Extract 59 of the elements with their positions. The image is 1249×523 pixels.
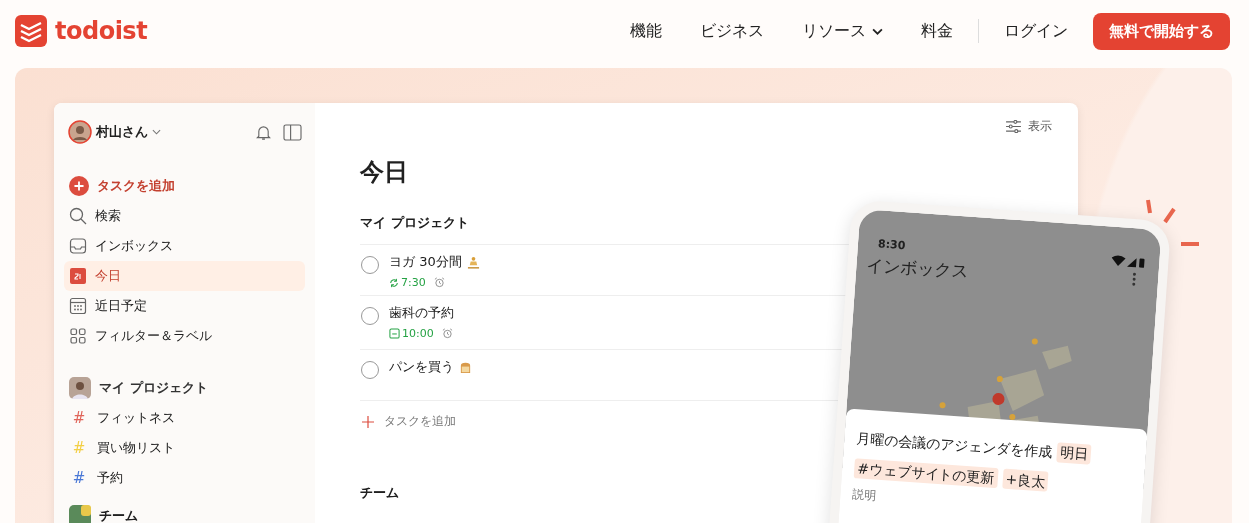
page-title: 今日 bbox=[360, 157, 409, 188]
project-item[interactable]: # フィットネス bbox=[64, 403, 305, 433]
tag: #ウェブサイトの更新 bbox=[853, 458, 999, 489]
calendar-icon bbox=[69, 267, 87, 285]
sidebar-toggle-icon[interactable] bbox=[283, 123, 302, 141]
meditation-icon bbox=[466, 255, 480, 269]
task-title[interactable]: 歯科の予約 bbox=[389, 304, 454, 322]
logo-icon bbox=[15, 15, 47, 47]
hash-icon: # bbox=[69, 439, 89, 457]
due-time: 7:30 bbox=[401, 276, 426, 289]
nav-link[interactable]: 料金 bbox=[921, 20, 953, 42]
task-title[interactable]: ヨガ 30分間 bbox=[389, 253, 462, 271]
avatar-icon bbox=[68, 120, 92, 144]
more-icon[interactable] bbox=[1131, 272, 1137, 287]
tag: +良太 bbox=[1001, 468, 1049, 492]
description-field[interactable]: 説明 bbox=[851, 486, 877, 505]
grid-icon bbox=[69, 327, 87, 345]
card-task-title: 月曜の会議のアジェンダを作成 bbox=[855, 430, 1053, 460]
team-icon bbox=[69, 505, 91, 523]
inbox-icon bbox=[69, 237, 87, 255]
add-task-button[interactable]: タスクを追加 bbox=[360, 401, 458, 442]
logo-wordmark[interactable]: todoist bbox=[55, 17, 148, 45]
signup-button[interactable]: 無料で開始する bbox=[1093, 12, 1230, 50]
plus-icon bbox=[362, 415, 374, 428]
project-item[interactable]: # 買い物リスト bbox=[64, 433, 305, 463]
project-item[interactable]: # 予約 bbox=[64, 463, 305, 493]
avatar-icon bbox=[69, 377, 91, 399]
nav-link[interactable]: 機能 bbox=[630, 20, 662, 42]
task-title[interactable]: パンを買う bbox=[389, 358, 454, 376]
bread-icon bbox=[459, 360, 472, 374]
calendar-icon bbox=[389, 328, 400, 339]
nav-link[interactable]: ビジネス bbox=[700, 20, 764, 42]
sidebar-item[interactable]: 今日 bbox=[64, 261, 305, 291]
sidebar-item[interactable]: 近日予定 bbox=[64, 291, 305, 321]
view-button[interactable]: 表示 bbox=[999, 117, 1058, 136]
calendar-grid-icon bbox=[69, 297, 87, 315]
section-heading: チーム bbox=[360, 484, 399, 502]
sliders-icon bbox=[1005, 120, 1022, 133]
hash-icon: # bbox=[69, 469, 89, 487]
sidebar-item[interactable]: フィルター＆ラベル bbox=[64, 321, 305, 351]
search-icon bbox=[69, 207, 87, 225]
sidebar-item[interactable]: タスクを追加 bbox=[64, 171, 305, 201]
add-icon bbox=[69, 176, 89, 196]
due-time: 10:00 bbox=[402, 327, 434, 340]
status-icon bbox=[1111, 254, 1146, 269]
sidebar-item[interactable]: 検索 bbox=[64, 201, 305, 231]
login-link[interactable]: ログイン bbox=[1004, 20, 1068, 42]
repeat-icon bbox=[389, 277, 399, 288]
chevron-icon bbox=[152, 129, 161, 135]
user-menu[interactable]: 村山さん bbox=[68, 120, 161, 144]
team-heading[interactable]: チーム bbox=[99, 507, 138, 523]
hash-icon: # bbox=[69, 409, 89, 427]
projects-heading[interactable]: マイ プロジェクト bbox=[99, 379, 208, 397]
phone-title: インボックス bbox=[865, 253, 970, 284]
sidebar-item[interactable]: インボックス bbox=[64, 231, 305, 261]
bell-icon[interactable] bbox=[256, 123, 271, 141]
tag: 明日 bbox=[1056, 442, 1092, 465]
chevron-icon bbox=[872, 27, 883, 35]
nav-link[interactable]: リソース bbox=[802, 20, 883, 42]
